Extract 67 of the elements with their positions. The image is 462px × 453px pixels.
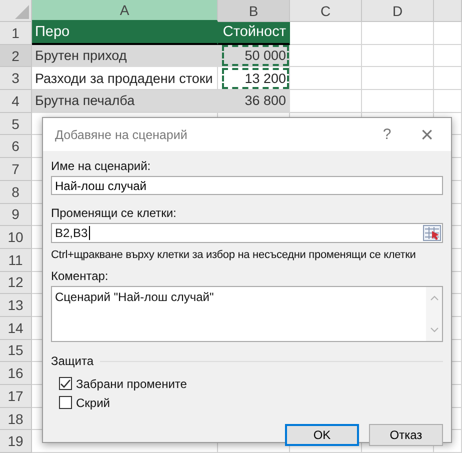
column-header[interactable]: B — [218, 0, 290, 22]
table-cell — [434, 22, 462, 45]
checkbox[interactable] — [59, 396, 72, 409]
row-header[interactable]: 3 — [0, 67, 32, 90]
column-header[interactable] — [434, 0, 462, 22]
table-cell — [290, 44, 362, 68]
table-cell: Брутна печалба — [32, 90, 218, 113]
row-header[interactable]: 1 — [0, 22, 32, 45]
checkbox[interactable] — [59, 377, 72, 390]
column-header[interactable]: D — [362, 0, 434, 22]
table-cell: Стойност — [218, 22, 290, 45]
corner-triangle-icon — [15, 5, 29, 19]
table-cell — [434, 44, 462, 68]
hint-text: Ctrl+щракване върху клетки за избор на несъседни променящи се клетки — [51, 249, 416, 261]
row-header[interactable]: 2 — [0, 44, 32, 68]
close-button[interactable]: × — [407, 120, 447, 150]
table-cell — [290, 67, 362, 90]
table-cell: Брутен приход — [32, 44, 218, 68]
row-header[interactable]: 8 — [0, 180, 32, 204]
field-label: Променящи се клетки: — [51, 206, 178, 220]
row-header[interactable]: 6 — [0, 135, 32, 158]
table-cell — [362, 90, 434, 113]
range-select-icon[interactable] — [423, 225, 441, 241]
row-header[interactable]: 11 — [0, 248, 32, 272]
dialog-title: Добавяне на сценарий — [55, 128, 188, 142]
table-cell: 36 800 — [218, 90, 290, 113]
table-cell — [362, 44, 434, 68]
row-header[interactable]: 13 — [0, 294, 32, 317]
checkbox-label: Забрани промените — [76, 376, 187, 390]
row-header[interactable]: 17 — [0, 385, 32, 408]
row-header[interactable]: 7 — [0, 158, 32, 181]
checkbox-label: Скрий — [76, 396, 110, 410]
scenario-name-field[interactable]: Най-лош случай — [51, 176, 443, 195]
row-header[interactable]: 15 — [0, 340, 32, 362]
table-cell: 13 200 — [218, 67, 290, 90]
table-cell: Перо — [32, 22, 218, 45]
table-cell — [434, 90, 462, 113]
table-cell — [362, 22, 434, 45]
table-cell — [290, 90, 362, 113]
row-header[interactable]: 5 — [0, 112, 32, 136]
table-cell: Разходи за продадени стоки — [32, 67, 218, 90]
row-header[interactable]: 10 — [0, 226, 32, 249]
scroll-down-icon[interactable] — [430, 327, 438, 333]
row-header[interactable]: 9 — [0, 204, 32, 226]
row-header[interactable]: 14 — [0, 316, 32, 340]
row-header[interactable]: 4 — [0, 90, 32, 113]
row-header[interactable]: 12 — [0, 272, 32, 294]
field-label: Коментар: — [51, 269, 110, 283]
changing-cells-field[interactable]: B2,B3 — [51, 223, 443, 243]
field-label: Име на сценарий: — [51, 159, 152, 173]
dialog-button[interactable]: Отказ — [369, 424, 443, 446]
table-cell — [290, 22, 362, 45]
help-button[interactable]: ? — [367, 120, 407, 150]
scroll-up-icon[interactable] — [430, 295, 438, 301]
scrollbar[interactable] — [426, 287, 442, 341]
table-cell — [362, 67, 434, 90]
row-header[interactable]: 18 — [0, 408, 32, 430]
select-all-button[interactable] — [0, 0, 32, 22]
row-header[interactable]: 16 — [0, 362, 32, 385]
table-cell — [434, 67, 462, 90]
column-header[interactable]: A — [32, 0, 218, 22]
row-header[interactable]: 19 — [0, 430, 32, 453]
comment-field[interactable]: Сценарий "Най-лош случай" — [51, 286, 443, 342]
table-cell: 50 000 — [218, 44, 290, 68]
dialog-button[interactable]: OK — [285, 424, 359, 446]
group-label: Защита — [51, 354, 94, 368]
column-header[interactable]: C — [290, 0, 362, 22]
